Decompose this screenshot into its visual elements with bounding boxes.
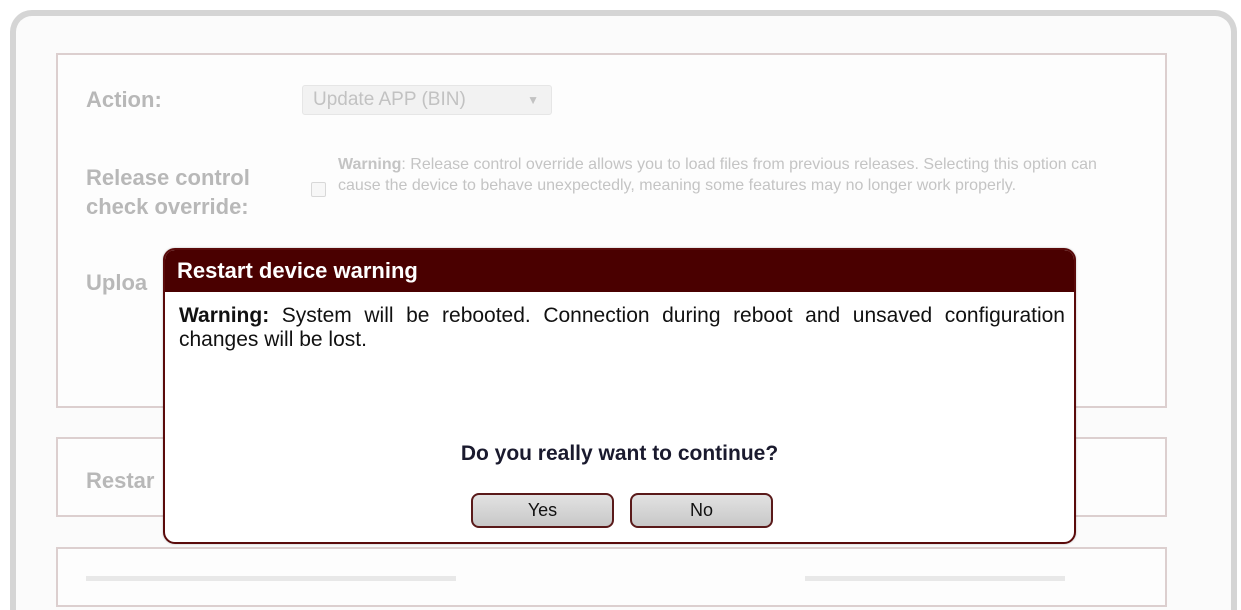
dialog-question: Do you really want to continue?	[460, 442, 779, 465]
restart-label: Restar	[86, 468, 155, 493]
action-select-value: Update APP (BIN)	[313, 89, 466, 110]
release-override-checkbox[interactable]	[311, 182, 326, 197]
action-select[interactable]: Update APP (BIN) ▼	[302, 85, 552, 115]
upload-label: Uploa	[86, 270, 148, 295]
chevron-down-icon: ▼	[527, 93, 539, 107]
override-warning-text: Warning: Release control override allows…	[338, 156, 1097, 194]
dialog-title: Restart device warning	[165, 250, 1074, 292]
faded-text-left	[86, 576, 456, 581]
release-control-label: Release control check override:	[86, 165, 250, 219]
restart-warning-dialog: Restart device warning Warning: System w…	[163, 248, 1076, 544]
yes-button[interactable]: Yes	[471, 493, 614, 528]
faded-text-right	[805, 576, 1065, 581]
no-button[interactable]: No	[630, 493, 773, 528]
action-label: Action:	[86, 87, 162, 112]
dialog-message: Warning: System will be rebooted. Connec…	[179, 304, 1065, 351]
